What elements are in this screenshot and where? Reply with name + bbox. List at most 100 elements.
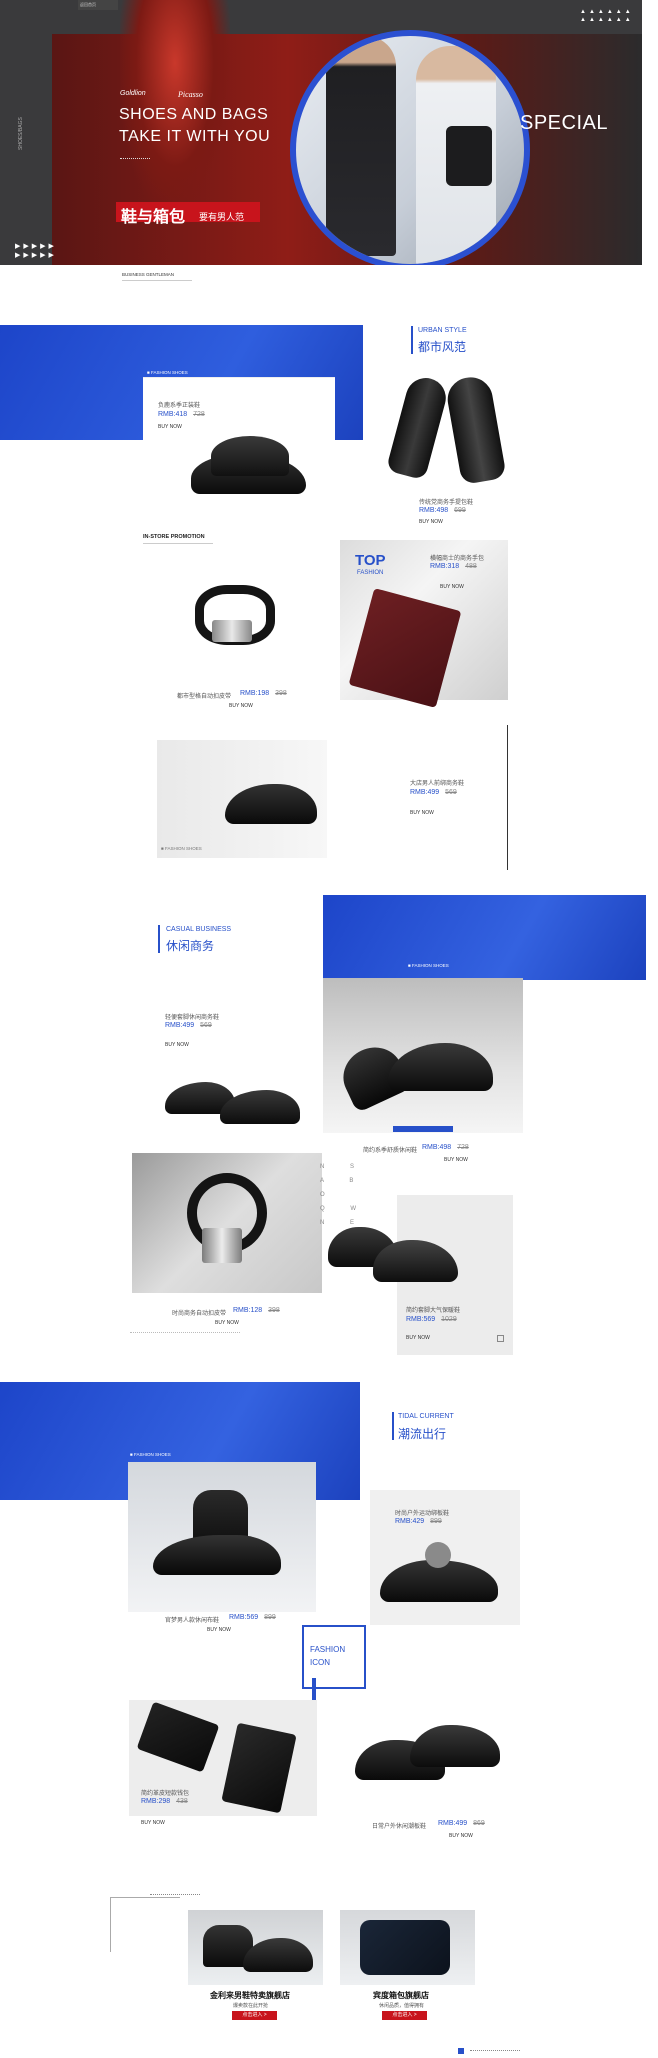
product-price: RMB:128 398	[233, 1307, 280, 1314]
footer-dots	[150, 1894, 200, 1895]
section3-title-cn: 潮流出行	[398, 1427, 447, 1441]
product-card[interactable]	[132, 1153, 322, 1293]
store-desc: 爆卖款在此开抢	[233, 2003, 269, 2009]
product-name: 都市型格自动扣皮带	[177, 694, 232, 700]
buy-now-link[interactable]: BUY NOW	[406, 1335, 430, 1341]
footer-bottom-mark	[458, 2048, 464, 2054]
store-card[interactable]: 金利来男鞋特卖旗舰店 爆卖款在此开抢 点击进入 >	[183, 1910, 325, 2030]
hero-cn-sub: 要有男人范	[199, 212, 245, 222]
section1-title-cn: 都市风范	[418, 340, 467, 354]
store-card[interactable]: 宾度箱包旗舰店 休闲品质，值得拥有 点击进入 >	[335, 1910, 477, 2030]
product-price: RMB:418 728	[158, 411, 205, 418]
product-card[interactable]: ■ FASHION SHOES	[323, 963, 523, 1133]
product-name: 时尚户外运动绑板鞋	[395, 1511, 450, 1517]
store-name: 宾度箱包旗舰店	[373, 1991, 429, 2000]
product-name: 横幅商士的商务手包	[430, 556, 485, 562]
shoe-image	[165, 1070, 300, 1125]
section2-title-cn: 休闲商务	[166, 939, 215, 953]
shoe-image	[153, 1490, 283, 1585]
product-card[interactable]: TOP FASHION 横幅商士的商务手包 RMB:318 488 BUY NO…	[340, 540, 508, 708]
product-price: RMB:298 438	[141, 1798, 188, 1805]
product-price: RMB:499 569	[410, 789, 457, 796]
store-enter-button[interactable]: 点击进入 >	[382, 2011, 427, 2020]
belt-image	[187, 1173, 267, 1273]
product-card[interactable]: 日常户外休闲潮板鞋	[350, 1715, 510, 1830]
store-desc: 休闲品质，值得拥有	[379, 2003, 425, 2009]
hero-headline-2: TAKE IT WITH YOU	[119, 128, 271, 145]
store-name: 金利来男鞋特卖旗舰店	[210, 1991, 290, 2000]
product-name: 轻便套脚休闲商务鞋	[165, 1015, 220, 1021]
fashion-icon-text-2: ICON	[310, 1658, 330, 1667]
hero-badge[interactable]: 返回首页	[78, 0, 118, 10]
buy-now-link[interactable]: BUY NOW	[229, 703, 253, 709]
buy-now-link[interactable]: BUY NOW	[410, 810, 434, 816]
section1-title-en: URBAN STYLE	[418, 327, 467, 334]
buy-now-link[interactable]: BUY NOW	[207, 1627, 231, 1633]
hero-triangles-right: ▲▲▲▲▲▲ ▲▲▲▲▲▲	[580, 9, 634, 23]
wallet-image	[348, 588, 462, 708]
card-tag: ■ FASHION SHOES	[147, 370, 188, 375]
product-price: RMB:569 899	[229, 1614, 276, 1621]
product-name: 简约套脚大气保暖鞋	[406, 1308, 461, 1314]
product-name: 传统党商务手提包鞋	[419, 500, 474, 506]
section1-title-bar	[411, 326, 413, 354]
shoe-image	[355, 1720, 505, 1790]
fashion-icon-mark	[312, 1678, 316, 1700]
footer-frame-left	[110, 1897, 111, 1952]
hero-headline-1: SHOES AND BAGS	[119, 106, 269, 123]
fashion-label: FASHION	[357, 570, 384, 576]
footer-bottom-dots	[470, 2050, 520, 2051]
biz-label: BUSINESS GENTLEMAN	[122, 272, 175, 277]
promo-label: IN-STORE PROMOTION	[143, 534, 205, 540]
hero-side-text: SHOES/BAGS	[18, 117, 24, 150]
shoe-image	[380, 1540, 500, 1605]
buy-now-link[interactable]: BUY NOW	[444, 1157, 468, 1163]
product-card[interactable]: ■ FASHION SHOES	[128, 1452, 316, 1612]
dotted-divider	[130, 1332, 240, 1333]
product-card[interactable]: ■ FASHION SHOES 负鹿系季正装鞋 RMB:418 728 BUY …	[143, 370, 335, 519]
hero-cn-title: 鞋与箱包	[121, 209, 186, 226]
section2-blue-bg	[323, 895, 646, 980]
buy-now-link[interactable]: BUY NOW	[449, 1833, 473, 1839]
product-card[interactable]: 轻便套脚休闲商务鞋 RMB:499 569 BUY NOW	[160, 1000, 325, 1130]
product-name: 时尚商务自动扣皮带	[172, 1311, 227, 1317]
wallet-image	[221, 1722, 297, 1814]
hero-dots	[120, 158, 150, 159]
product-price: RMB:429 899	[395, 1518, 442, 1525]
brand-logo-left: Goldlion	[120, 90, 146, 97]
promo-line	[143, 543, 213, 544]
footer-frame-line	[110, 1897, 180, 1898]
buy-now-link[interactable]: BUY NOW	[440, 584, 464, 590]
hero-model-1	[120, 0, 230, 210]
buy-now-link[interactable]: BUY NOW	[141, 1820, 165, 1826]
hero-triangles-left: ▶▶▶▶▶ ▶▶▶▶▶	[15, 243, 57, 259]
store-image	[340, 1910, 475, 1985]
product-name: 简约革皮短款钱包	[141, 1791, 190, 1797]
shoe-image	[328, 1222, 458, 1292]
section2-title-bar	[158, 925, 160, 953]
shoe-image	[191, 436, 311, 496]
product-card[interactable]: ■ FASHION SHOES	[157, 740, 327, 858]
store-enter-button[interactable]: 点击进入 >	[232, 2011, 277, 2020]
top-label: TOP	[355, 552, 386, 569]
buy-now-link[interactable]: BUY NOW	[215, 1320, 239, 1326]
hero-circle-photo	[290, 30, 530, 265]
product-card[interactable]: 时尚户外运动绑板鞋 RMB:429 899	[370, 1490, 520, 1625]
buy-now-link[interactable]: BUY NOW	[165, 1042, 189, 1048]
section1-divider	[507, 725, 508, 870]
product-card[interactable]: 都市型格自动扣皮带 RMB:198 398 BUY NOW	[155, 560, 325, 710]
hero-model-2	[326, 36, 396, 256]
product-card[interactable]: 传统党商务手提包鞋 RMB:498 699 BUY NOW	[383, 355, 523, 535]
buy-now-link[interactable]: BUY NOW	[158, 424, 182, 430]
product-price: RMB:569 1029	[406, 1316, 457, 1323]
product-card[interactable]: 简约革皮短款钱包 RMB:298 438	[129, 1700, 317, 1816]
buy-now-link[interactable]: BUY NOW	[419, 519, 443, 525]
grid-icon	[497, 1335, 504, 1342]
product-price: RMB:498 728	[422, 1144, 469, 1151]
fashion-icon-text-1: FASHION	[310, 1645, 346, 1654]
hero-special: SPECIAL	[520, 112, 608, 134]
blue-accent-bar	[393, 1126, 453, 1132]
card-tag: ■ FASHION SHOES	[130, 1452, 171, 1457]
shoe-image	[334, 1018, 493, 1114]
card-tag: ■ FASHION SHOES	[408, 963, 449, 968]
